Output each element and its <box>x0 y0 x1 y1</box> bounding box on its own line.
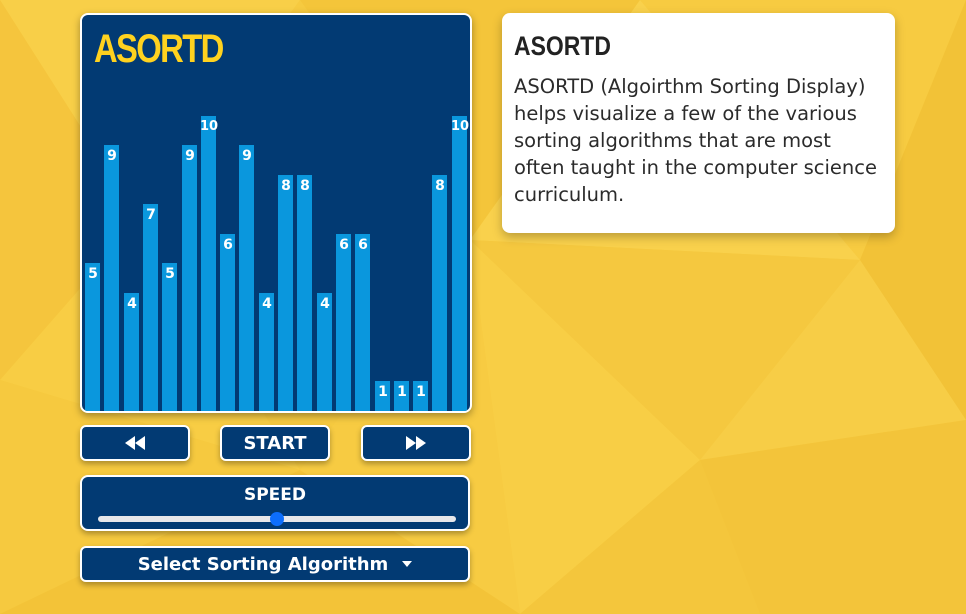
sort-bar-label: 8 <box>300 178 310 194</box>
step-back-button[interactable] <box>80 425 190 461</box>
sort-bar-label: 6 <box>358 237 368 253</box>
speed-control: SPEED <box>80 475 470 531</box>
sort-bar <box>85 263 100 411</box>
sort-bar-label: 7 <box>146 207 156 223</box>
sort-bar <box>452 116 467 411</box>
sort-bar <box>220 234 235 411</box>
sort-bar-label: 1 <box>416 384 426 400</box>
sort-bar <box>104 145 119 411</box>
speed-slider-thumb[interactable] <box>270 512 284 526</box>
sort-bar <box>182 145 197 411</box>
fast-forward-icon <box>406 436 426 450</box>
info-card-title: ASORTD <box>514 31 611 61</box>
chevron-down-icon <box>402 561 413 567</box>
sort-bar-label: 10 <box>199 119 219 134</box>
sort-bar-label: 8 <box>281 178 291 194</box>
sort-bar-label: 9 <box>242 148 252 164</box>
sort-bar <box>162 263 177 411</box>
sort-bar-label: 4 <box>127 296 137 312</box>
sort-bar-label: 1 <box>397 384 407 400</box>
algorithm-select-label: Select Sorting Algorithm <box>137 553 389 575</box>
app-logo: ASORTD <box>94 27 224 71</box>
algorithm-select-dropdown[interactable]: Select Sorting Algorithm <box>80 546 470 582</box>
sort-bar <box>432 175 447 411</box>
sort-bar-label: 6 <box>339 237 349 253</box>
bar-chart: 5 9 4 7 5 9 10 6 9 4 8 8 4 6 6 1 1 1 8 10 <box>82 15 470 411</box>
info-card: ASORTD ASORTD (Algoirthm Sorting Display… <box>502 13 895 233</box>
sort-bar <box>278 175 293 411</box>
sort-bar <box>297 175 312 411</box>
sort-bar <box>355 234 370 411</box>
speed-label: SPEED <box>243 485 307 505</box>
sort-bar-label: 8 <box>435 178 445 194</box>
info-card-body: ASORTD (Algoirthm Sorting Display) helps… <box>514 75 877 206</box>
rewind-icon <box>125 436 145 450</box>
sort-bar-label: 5 <box>165 266 175 282</box>
sort-bar-label: 4 <box>320 296 330 312</box>
step-forward-button[interactable] <box>361 425 471 461</box>
sort-bar-label: 9 <box>107 148 117 164</box>
sort-bar-label: 10 <box>450 119 470 134</box>
sort-bar <box>201 116 216 411</box>
sorting-visualizer: 5 9 4 7 5 9 10 6 9 4 8 8 4 6 6 1 1 1 8 10 ASORTD <box>80 13 472 413</box>
sort-bar-label: 4 <box>262 296 272 312</box>
sort-bar-label: 1 <box>378 384 388 400</box>
sort-bar-label: 6 <box>223 237 233 253</box>
sort-bar <box>239 145 254 411</box>
sort-bar <box>336 234 351 411</box>
sort-bar-label: 5 <box>88 266 98 282</box>
sort-bar <box>143 204 158 411</box>
sort-bar-label: 9 <box>185 148 195 164</box>
start-button[interactable]: START <box>220 425 330 461</box>
